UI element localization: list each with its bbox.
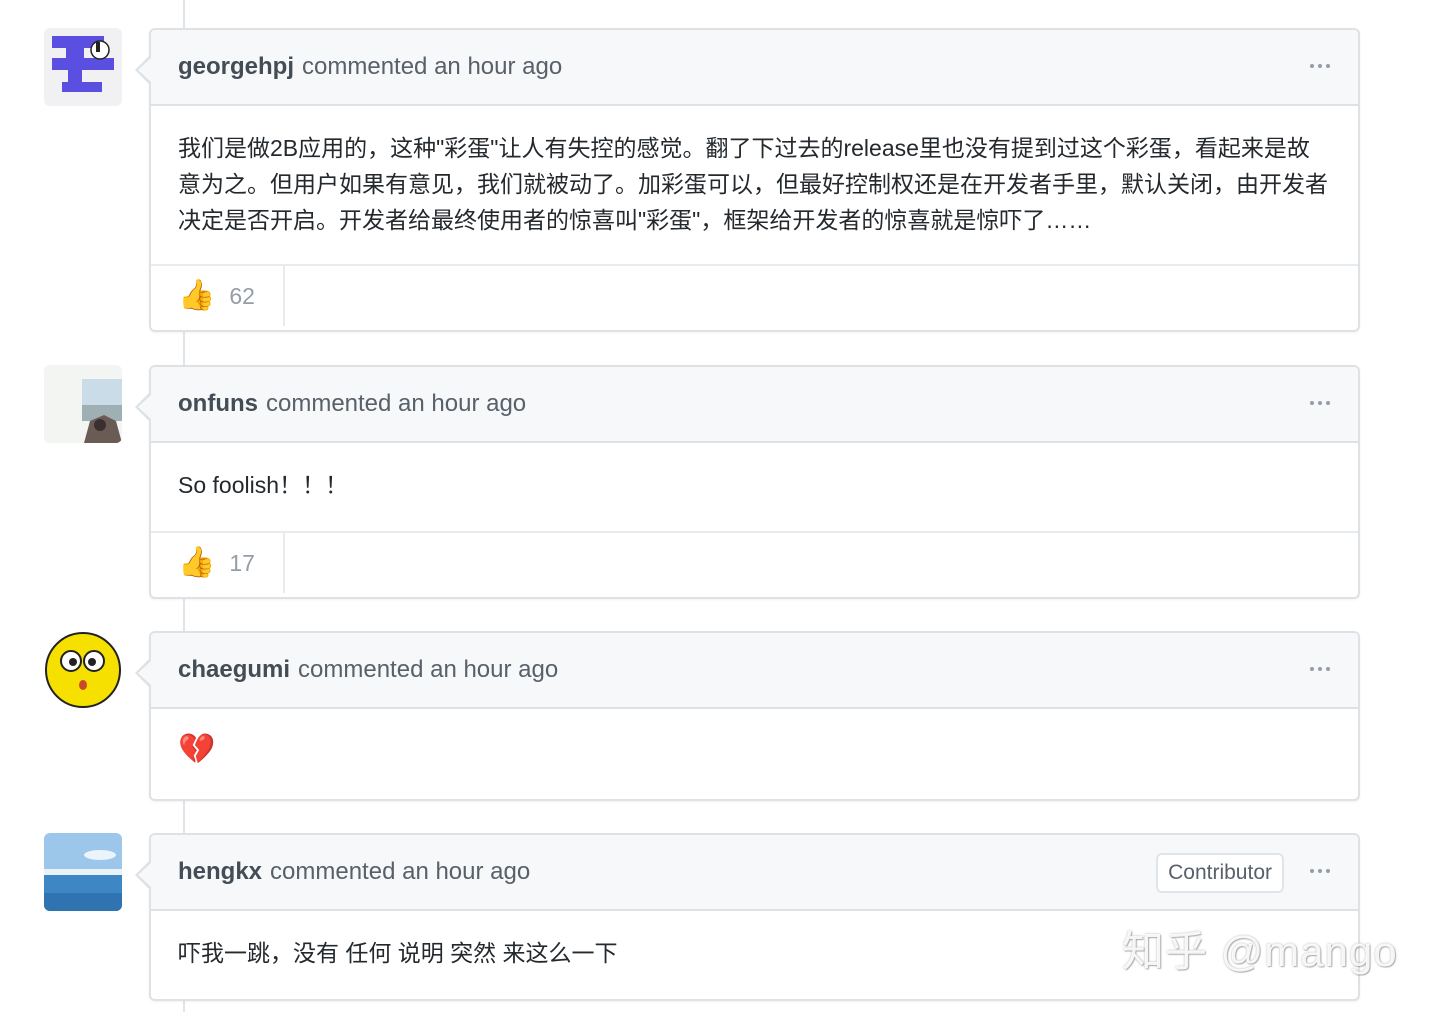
reaction-count: 62: [229, 282, 255, 309]
comment-author[interactable]: chaegumi: [178, 656, 290, 684]
comment-body: 我们是做2B应用的，这种"彩蛋"让人有失控的感觉。翻了下过去的release里也…: [178, 135, 1328, 233]
reactions-bar: 👍 17: [151, 531, 1358, 593]
more-horizontal-icon[interactable]: [1306, 655, 1334, 683]
more-horizontal-icon[interactable]: [1306, 389, 1334, 417]
comment-body: So foolish！！！: [178, 472, 349, 498]
thumbs-up-reaction-button[interactable]: 👍 62: [151, 266, 285, 326]
ocean-avatar-icon: [44, 833, 122, 911]
photo-avatar-icon: [44, 365, 122, 443]
contributor-badge: Contributor: [1156, 853, 1284, 893]
identicon-avatar-icon: [52, 36, 114, 92]
comment-body: 💔: [151, 709, 1358, 799]
reaction-count: 17: [229, 549, 255, 576]
comment-card: chaegumi commented an hour ago 💔: [135, 631, 1360, 801]
comment-card: georgehpj commented an hour ago 我们是做2B应用…: [135, 28, 1360, 332]
more-horizontal-icon[interactable]: [1306, 52, 1334, 80]
avatar[interactable]: [44, 631, 122, 709]
avatar[interactable]: [44, 365, 122, 443]
watermark: 知乎 @mango: [1122, 928, 1398, 975]
broken-heart-icon: 💔: [178, 733, 216, 766]
comment-georgehpj: georgehpj commented an hour ago 我们是做2B应用…: [44, 28, 1360, 332]
smiley-avatar-icon: [45, 632, 121, 708]
comment-header: onfuns commented an hour ago: [151, 367, 1358, 443]
thumbs-up-icon: 👍: [178, 546, 216, 579]
thumbs-up-reaction-button[interactable]: 👍 17: [151, 533, 285, 593]
comment-header: chaegumi commented an hour ago: [151, 633, 1358, 709]
more-horizontal-icon[interactable]: [1306, 857, 1334, 885]
comment-card: onfuns commented an hour ago So foolish！…: [135, 365, 1360, 599]
comment-timestamp[interactable]: commented an hour ago: [302, 53, 562, 81]
comment-header: hengkx commented an hour ago Contributor: [151, 835, 1358, 911]
comment-author[interactable]: hengkx: [178, 858, 262, 886]
comment-timestamp[interactable]: commented an hour ago: [266, 390, 526, 418]
comment-header: georgehpj commented an hour ago: [151, 30, 1358, 106]
comment-chaegumi: chaegumi commented an hour ago 💔: [44, 631, 1360, 801]
comment-onfuns: onfuns commented an hour ago So foolish！…: [44, 365, 1360, 599]
comment-timestamp[interactable]: commented an hour ago: [298, 656, 558, 684]
reactions-bar: 👍 62: [151, 264, 1358, 326]
comment-author[interactable]: onfuns: [178, 390, 258, 418]
avatar[interactable]: [44, 28, 122, 106]
thumbs-up-icon: 👍: [178, 279, 216, 312]
comment-author[interactable]: georgehpj: [178, 53, 294, 81]
avatar[interactable]: [44, 833, 122, 911]
comment-timestamp[interactable]: commented an hour ago: [270, 858, 530, 886]
